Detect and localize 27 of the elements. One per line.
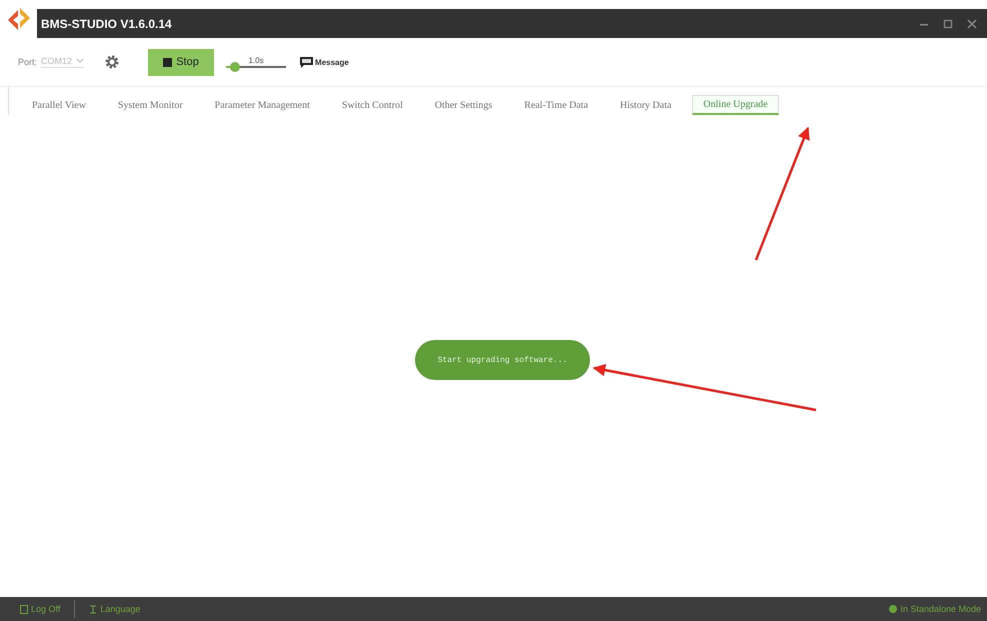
port-label: Port: [18, 57, 38, 67]
tab[interactable]: Other Settings [424, 96, 504, 114]
tab[interactable]: History Data [609, 96, 682, 114]
stop-button[interactable]: Stop [148, 48, 214, 76]
stop-icon [163, 58, 172, 66]
log-off-button[interactable]: Log Off [20, 604, 60, 614]
message-icon [300, 56, 314, 68]
tab[interactable]: Parallel View [31, 96, 97, 114]
tab[interactable]: Parameter Management [204, 96, 321, 114]
document-icon [20, 604, 28, 614]
close-icon[interactable] [967, 18, 977, 28]
caret-icon [76, 58, 84, 64]
language-icon [89, 604, 98, 614]
language-button[interactable]: Language [89, 604, 140, 614]
tab[interactable]: Switch Control [330, 96, 414, 114]
maximize-icon[interactable] [943, 18, 953, 28]
tab[interactable]: Online Upgrade [692, 95, 779, 115]
tab[interactable]: Real-Time Data [513, 96, 600, 114]
mode-status: In Standalone Mode [900, 604, 981, 614]
tab[interactable]: System Monitor [106, 96, 194, 114]
slider-thumb[interactable] [230, 62, 240, 72]
interval-value: 1.0s [248, 56, 264, 65]
upgrade-toast: Start upgrading software... [415, 340, 590, 380]
window-title: BMS-STUDIO V1.6.0.14 [41, 16, 172, 30]
settings-icon[interactable] [104, 54, 120, 70]
status-dot-icon [889, 605, 898, 613]
message-button[interactable]: Message [300, 56, 349, 68]
